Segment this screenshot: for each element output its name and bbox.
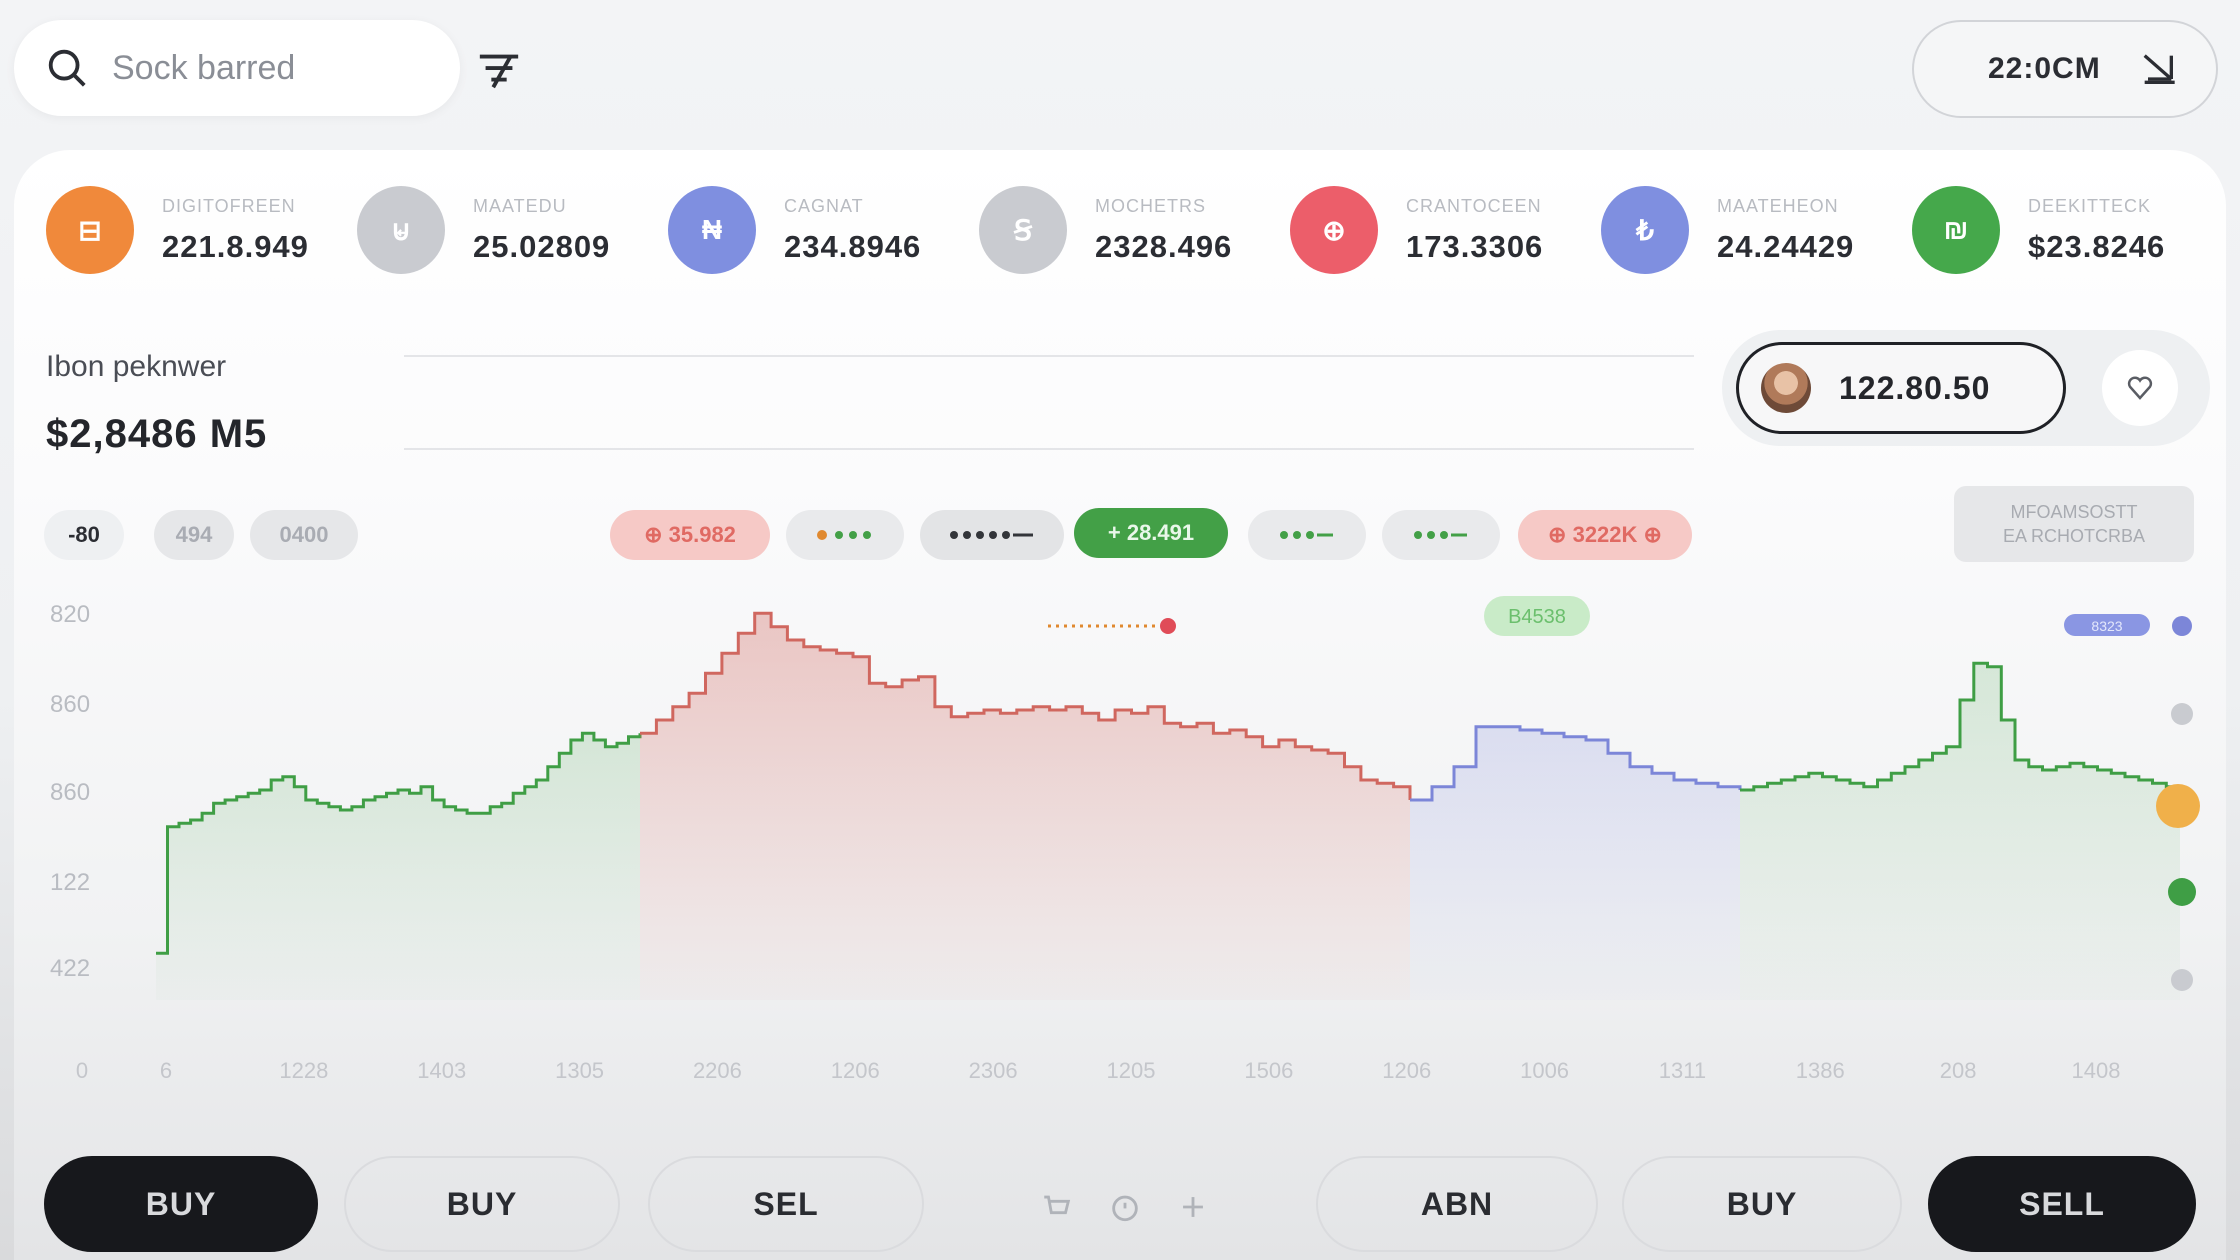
main-panel: ⊟ DIGITOFREEN 221.8.949 ⊌ MAATEDU 25.02809 ₦ CA…: [14, 150, 2226, 1260]
search-icon: [48, 49, 86, 87]
search-input[interactable]: [112, 48, 432, 88]
wallet-balance: 122.80.50: [1839, 369, 1991, 406]
dots-icon: [1414, 531, 1467, 539]
avatar: [1761, 363, 1811, 413]
collapse-icon[interactable]: [2138, 49, 2178, 89]
wallet-balance-button[interactable]: 122.80.50: [1736, 342, 2066, 434]
change-chip-red[interactable]: ⊕ 35.982: [610, 510, 770, 560]
sell-button-secondary[interactable]: SEL: [648, 1156, 924, 1252]
ticker-name: CAGNAT: [784, 195, 864, 216]
buy-button-alt[interactable]: BUY: [1622, 1156, 1902, 1252]
coin-icon: Ꞩ: [979, 186, 1067, 274]
coin-icon: ⊌: [357, 186, 445, 274]
ticker-value: 221.8.949: [162, 228, 309, 264]
range-chip[interactable]: -80: [44, 510, 124, 560]
wallet-widget: 122.80.50: [1722, 330, 2210, 446]
ticker-name: MAATEDU: [473, 195, 567, 216]
dots-icon: [817, 530, 871, 540]
ticker-name: CRANTOCEEN: [1406, 195, 1542, 216]
coin-icon: ⊕: [1290, 186, 1378, 274]
dots-icon: [1280, 531, 1333, 539]
dots-icon: [950, 531, 1033, 539]
ticker-strip: ⊟ DIGITOFREEN 221.8.949 ⊌ MAATEDU 25.02809 ₦ CA…: [46, 182, 2223, 278]
info-line: EA RCHOTCRBA: [2002, 526, 2146, 546]
ticker-item[interactable]: ⊌ MAATEDU 25.02809: [357, 182, 668, 278]
ticker-item[interactable]: ₪ DEEKITTECK $23.8246: [1912, 182, 2223, 278]
coin-icon: ₪: [1912, 186, 2000, 274]
info-box: MFOAMSOSTT EA RCHOTCRBA: [1954, 486, 2194, 562]
heart-icon: [2127, 376, 2153, 400]
range-chip[interactable]: 494: [154, 510, 234, 560]
ticker-value: $23.8246: [2028, 228, 2166, 264]
indicator-chip[interactable]: [920, 510, 1064, 560]
change-chip-red[interactable]: ⊕ 3222K ⊕: [1518, 510, 1692, 560]
buy-button[interactable]: BUY: [44, 1156, 318, 1252]
timer-icon[interactable]: [1108, 1190, 1142, 1224]
mini-toolbar: [1040, 1190, 1210, 1224]
plus-icon[interactable]: [1176, 1190, 1210, 1224]
divider: [404, 355, 1694, 357]
search-bar[interactable]: [14, 20, 460, 116]
indicator-chip[interactable]: [1382, 510, 1500, 560]
ticker-item[interactable]: Ꞩ MOCHETRS 2328.496: [979, 182, 1290, 278]
ticker-value: 234.8946: [784, 228, 922, 264]
ticker-value: 24.24429: [1717, 228, 1855, 264]
indicator-chip[interactable]: [1248, 510, 1366, 560]
coin-icon: ⊟: [46, 186, 134, 274]
balance-value: $2,8486 M5: [46, 412, 268, 456]
buy-button-secondary[interactable]: BUY: [344, 1156, 620, 1252]
ticker-item[interactable]: ₺ MAATEHEON 24.24429: [1601, 182, 1912, 278]
divider: [404, 448, 1694, 450]
ticker-name: DIGITOFREEN: [162, 195, 296, 216]
ticker-value: 25.02809: [473, 228, 611, 264]
ticker-name: MOCHETRS: [1095, 195, 1206, 216]
ticker-name: MAATEHEON: [1717, 195, 1839, 216]
favorite-button[interactable]: [2102, 350, 2178, 426]
ticker-value: 2328.496: [1095, 228, 1233, 264]
abn-button[interactable]: ABN: [1316, 1156, 1598, 1252]
coin-icon: ₺: [1601, 186, 1689, 274]
time-selector[interactable]: 22:0CM: [1912, 20, 2218, 118]
sell-button[interactable]: SELL: [1928, 1156, 2196, 1252]
time-label: 22:0CM: [1988, 52, 2101, 85]
indicator-chip[interactable]: [786, 510, 904, 560]
balance-label: Ibon peknwer: [46, 350, 227, 383]
ticker-value: 173.3306: [1406, 228, 1544, 264]
cart-icon[interactable]: [1040, 1190, 1074, 1224]
change-chip-green[interactable]: + 28.491: [1074, 508, 1228, 558]
ticker-item[interactable]: ⊕ CRANTOCEEN 173.3306: [1290, 182, 1601, 278]
coin-icon: ₦: [668, 186, 756, 274]
info-line: MFOAMSOSTT: [2010, 502, 2138, 522]
ticker-item[interactable]: ⊟ DIGITOFREEN 221.8.949: [46, 182, 357, 278]
ticker-item[interactable]: ₦ CAGNAT 234.8946: [668, 182, 979, 278]
filter-icon[interactable]: [476, 50, 522, 90]
ticker-name: DEEKITTECK: [2028, 195, 2152, 216]
range-chip[interactable]: 0400: [250, 510, 358, 560]
